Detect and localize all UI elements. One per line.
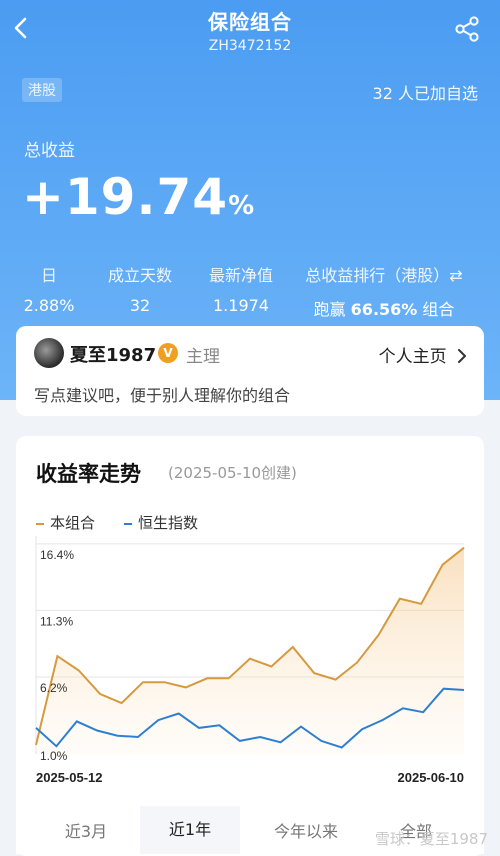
stat-label: 总收益排行（港股）⇄ bbox=[305, 266, 463, 285]
stat-daily: 日 2.88% bbox=[14, 262, 84, 315]
rank-percent: 66.56% bbox=[350, 300, 418, 319]
y-tick-label: 11.3% bbox=[40, 614, 73, 628]
stat-value: 1.1974 bbox=[213, 296, 269, 315]
x-tick-label: 2025-05-12 bbox=[36, 770, 103, 785]
watch-count: 32 人已加自选 bbox=[372, 84, 478, 103]
stat-value: 2.88% bbox=[23, 296, 75, 315]
stat-value: 跑赢 66.56% 组合 bbox=[296, 296, 472, 320]
stat-days: 成立天数 32 bbox=[98, 262, 182, 315]
return-chart[interactable]: 16.4% 11.3% 6.2% 1.0% 2025-05-12 2025-06-10 bbox=[16, 436, 484, 806]
homepage-label: 个人主页 bbox=[378, 347, 447, 367]
total-return-unit: % bbox=[228, 191, 256, 221]
total-return-label: 总收益 bbox=[24, 141, 75, 161]
manager-name[interactable]: 夏至1987 bbox=[70, 341, 156, 367]
stat-label: 最新净值 bbox=[208, 266, 273, 285]
total-return-number: +19.74 bbox=[22, 168, 229, 226]
stat-nav: 最新净值 1.1974 bbox=[198, 262, 284, 315]
verified-badge: V bbox=[158, 343, 178, 363]
market-tag: 港股 bbox=[22, 78, 62, 102]
tab-1y[interactable]: 近1年 bbox=[140, 806, 240, 854]
stat-rank[interactable]: 总收益排行（港股）⇄ 跑赢 66.56% 组合 bbox=[296, 262, 472, 320]
tab-3m[interactable]: 近3月 bbox=[46, 818, 126, 842]
comment-hint[interactable]: 写点建议吧，便于别人理解你的组合 bbox=[34, 382, 290, 406]
share-icon[interactable] bbox=[452, 14, 482, 44]
portfolio-code: ZH3472152 bbox=[208, 38, 292, 54]
homepage-link[interactable]: 个人主页 bbox=[379, 342, 468, 367]
page-title: 保险组合 bbox=[208, 10, 292, 34]
portfolio-area bbox=[36, 547, 464, 754]
stat-label: 成立天数 bbox=[107, 266, 172, 285]
stat-value: 32 bbox=[129, 296, 151, 315]
y-tick-label: 16.4% bbox=[40, 548, 74, 562]
manager-card: 夏至1987 V 主理 个人主页 写点建议吧，便于别人理解你的组合 bbox=[16, 326, 484, 416]
total-return-value: +19.74% bbox=[22, 168, 255, 226]
rank-suffix: 组合 bbox=[417, 300, 455, 319]
stat-label: 日 bbox=[40, 266, 57, 285]
watermark: 雪球：夏至1987 bbox=[374, 830, 488, 848]
avatar[interactable] bbox=[34, 338, 64, 368]
y-tick-label: 1.0% bbox=[40, 749, 68, 763]
y-tick-label: 6.2% bbox=[40, 681, 68, 695]
manager-role: 主理 bbox=[186, 347, 220, 367]
rank-prefix: 跑赢 bbox=[313, 300, 351, 319]
x-tick-label: 2025-06-10 bbox=[398, 770, 465, 785]
chart-card: 收益率走势 (2025-05-10创建) 本组合 恒生指数 16.4% 11.3%… bbox=[16, 436, 484, 856]
tab-ytd[interactable]: 今年以来 bbox=[256, 818, 356, 842]
chevron-right-icon bbox=[458, 349, 466, 363]
